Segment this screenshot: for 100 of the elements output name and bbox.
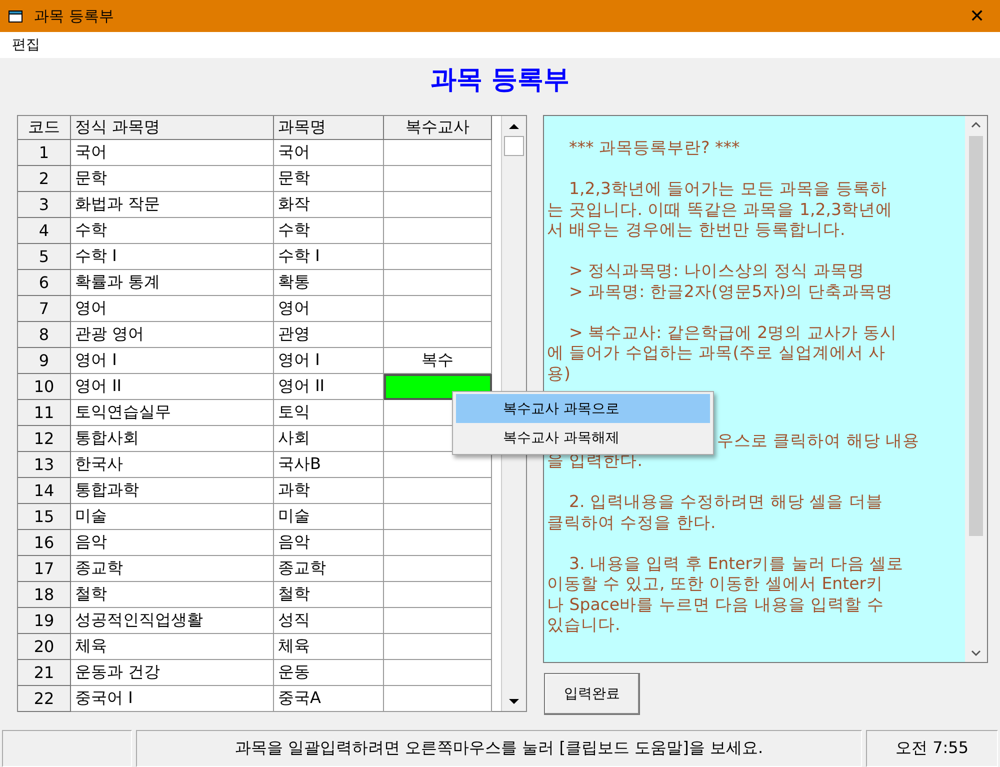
table-cell[interactable]: 토익	[274, 400, 384, 426]
table-cell[interactable]: 성공적인직업생활	[71, 608, 274, 634]
table-cell[interactable]	[384, 686, 492, 712]
row-number: 12	[18, 426, 71, 452]
menu-item[interactable]: 편집	[12, 36, 40, 54]
table-cell[interactable]	[384, 556, 492, 582]
table-cell[interactable]: 영어	[274, 296, 384, 322]
help-text-line: 1,2,3학년에 들어가는 모든 과목을 등록하	[569, 179, 887, 200]
table-cell[interactable]: 체육	[274, 634, 384, 660]
table-cell[interactable]: 과학	[274, 478, 384, 504]
column-header: 복수교사	[384, 116, 492, 140]
table-cell[interactable]: 화작	[274, 192, 384, 218]
row-number: 17	[18, 556, 71, 582]
table-cell[interactable]: 중국어 I	[71, 686, 274, 712]
column-header: 코드	[18, 116, 71, 140]
row-number: 14	[18, 478, 71, 504]
row-number: 4	[18, 218, 71, 244]
table-cell[interactable]: 국사B	[274, 452, 384, 478]
table-cell[interactable]: 문학	[274, 166, 384, 192]
table-cell[interactable]: 수학	[274, 218, 384, 244]
table-cell[interactable]	[384, 634, 492, 660]
row-number: 15	[18, 504, 71, 530]
table-cell[interactable]: 음악	[71, 530, 274, 556]
help-text-line: 클릭하여 수정을 한다.	[547, 512, 716, 533]
table-cell[interactable]	[384, 660, 492, 686]
table-cell[interactable]: 중국A	[274, 686, 384, 712]
table-cell[interactable]: 영어 I	[71, 348, 274, 374]
row-number: 8	[18, 322, 71, 348]
row-number: 19	[18, 608, 71, 634]
help-text-line: 는 곳입니다. 이때 똑같은 과목을 1,2,3학년에	[547, 200, 892, 220]
table-cell[interactable]: 철학	[274, 582, 384, 608]
row-number: 16	[18, 530, 71, 556]
row-number: 6	[18, 270, 71, 296]
help-text-line: > 복수교사: 같은학급에 2명의 교사가 동시	[569, 322, 898, 343]
table-cell[interactable]: 철학	[71, 582, 274, 608]
table-cell[interactable]: 수학 I	[71, 244, 274, 270]
row-number: 5	[18, 244, 71, 270]
table-cell[interactable]: 체육	[71, 634, 274, 660]
row-number: 21	[18, 660, 71, 686]
table-cell[interactable]	[384, 140, 492, 166]
table-cell[interactable]: 종교학	[274, 556, 384, 582]
table-cell[interactable]: 운동과 건강	[71, 660, 274, 686]
table-cell[interactable]	[384, 296, 492, 322]
table-cell[interactable]: 확률과 통계	[71, 270, 274, 296]
scrollbar[interactable]	[965, 116, 987, 662]
table-cell[interactable]: 영어 I	[274, 348, 384, 374]
row-number: 10	[18, 374, 71, 400]
table-cell[interactable]: 영어	[71, 296, 274, 322]
row-number: 7	[18, 296, 71, 322]
table-cell[interactable]: 미술	[71, 504, 274, 530]
help-text-line: 이동할 수 있고, 또한 이동한 셀에서 Enter키	[547, 574, 884, 594]
table-cell[interactable]	[384, 608, 492, 634]
table-cell[interactable]	[384, 582, 492, 608]
table-cell[interactable]	[384, 244, 492, 270]
done-button[interactable]: 입력완료	[544, 673, 640, 715]
table-cell[interactable]: 수학	[71, 218, 274, 244]
table-cell[interactable]	[384, 504, 492, 530]
table-cell[interactable]	[384, 166, 492, 192]
table-cell[interactable]: 사회	[274, 426, 384, 452]
table-cell[interactable]: 음악	[274, 530, 384, 556]
table-cell[interactable]: 수학 I	[274, 244, 384, 270]
scroll-thumb[interactable]	[969, 136, 983, 536]
status-message: 과목을 일괄입력하려면 오른쪽마우스를 눌러 [클립보드 도움말]을 보세요.	[136, 730, 862, 767]
table-cell[interactable]	[384, 530, 492, 556]
table-cell[interactable]: 국어	[71, 140, 274, 166]
help-text-line: > 정식과목명: 나이스상의 정식 과목명	[569, 261, 864, 282]
row-number: 20	[18, 634, 71, 660]
menu-item[interactable]: 복수교사 과목으로	[456, 394, 710, 423]
help-text-line: 에 들어가 수업하는 과목(주로 실업계에서 사	[547, 343, 886, 364]
page-heading: 과목 등록부	[430, 65, 570, 95]
scroll-thumb[interactable]	[504, 136, 524, 156]
help-text-line: 있습니다.	[547, 615, 620, 636]
table-cell[interactable]	[384, 192, 492, 218]
table-cell[interactable]: 한국사	[71, 452, 274, 478]
table-cell[interactable]: 종교학	[71, 556, 274, 582]
table-cell[interactable]	[384, 478, 492, 504]
table-cell[interactable]: 성직	[274, 608, 384, 634]
table-cell[interactable]	[384, 270, 492, 296]
help-text-line: 우스로 클릭하여 해당 내용	[717, 430, 920, 451]
table-cell[interactable]: 영어 II	[71, 374, 274, 400]
table-cell[interactable]	[384, 218, 492, 244]
row-number: 22	[18, 686, 71, 712]
help-text-line: 서 배우는 경우에는 한번만 등록합니다.	[547, 220, 846, 240]
help-text-line: *** 과목등록부란? ***	[569, 138, 740, 158]
help-text-line: 나 Space바를 누르면 다음 내용을 입력할 수	[547, 594, 884, 615]
table-cell[interactable]	[384, 322, 492, 348]
menu-item[interactable]: 복수교사 과목해제	[456, 423, 710, 452]
table-cell[interactable]: 미술	[274, 504, 384, 530]
table-cell[interactable]: 문학	[71, 166, 274, 192]
table-cell[interactable]: 운동	[274, 660, 384, 686]
table-cell[interactable]: 관광 영어	[71, 322, 274, 348]
row-number: 13	[18, 452, 71, 478]
table-cell[interactable]: 관영	[274, 322, 384, 348]
table-cell[interactable]: 화법과 작문	[71, 192, 274, 218]
table-cell[interactable]: 확통	[274, 270, 384, 296]
table-cell[interactable]: 통합사회	[71, 426, 274, 452]
close-button[interactable]: ✕	[962, 6, 992, 26]
table-cell[interactable]: 국어	[274, 140, 384, 166]
table-cell[interactable]: 통합과학	[71, 478, 274, 504]
table-cell[interactable]: 토익연습실무	[71, 400, 274, 426]
